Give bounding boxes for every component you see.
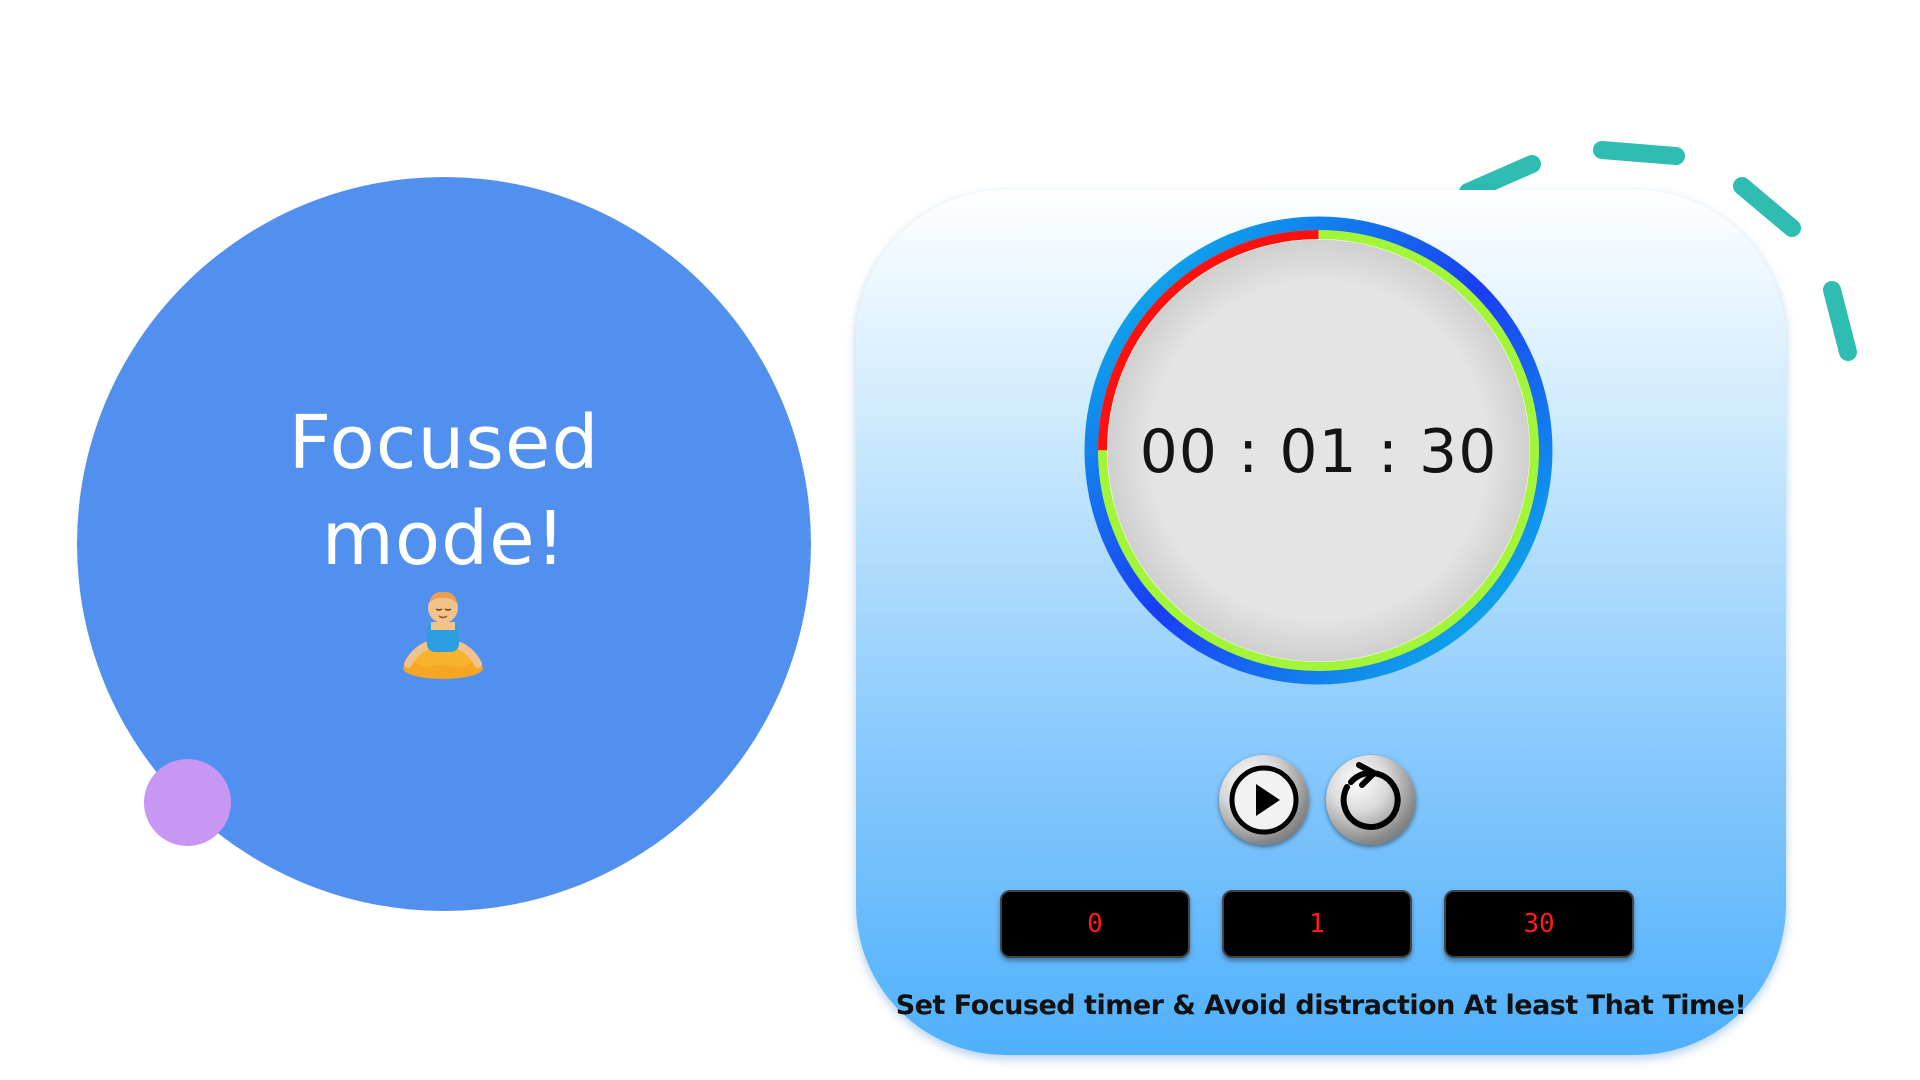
hours-input[interactable] [1000,890,1190,958]
play-button[interactable] [1219,755,1309,845]
seconds-input[interactable] [1444,890,1634,958]
minutes-input[interactable] [1222,890,1412,958]
countdown-display: 00 : 01 : 30 [1139,417,1498,487]
reset-icon [1340,762,1401,830]
hero-title-line2: mode! [321,496,567,582]
slide-canvas: Focused mode! 00: 01: 30 0 1 30 Set Fo… [0,0,1920,1080]
play-icon [1229,765,1299,835]
tagline-text: Set Focused timer & Avoid distraction At… [895,990,1747,1021]
accent-dot [144,759,231,846]
hero-title: Focused mode! [77,395,811,587]
reset-button[interactable] [1326,755,1416,845]
hero-title-line1: Focused [288,400,600,486]
person-meditating-icon [403,591,483,679]
